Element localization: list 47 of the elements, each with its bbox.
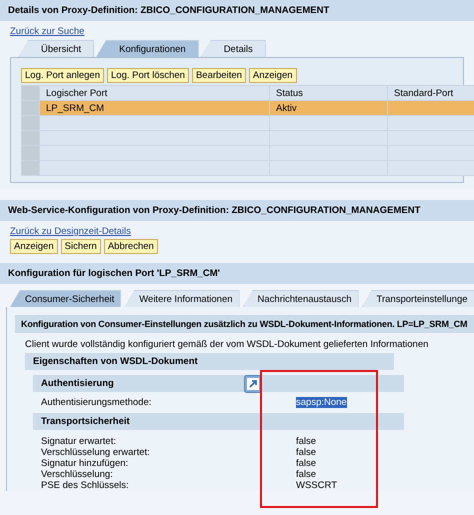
toolbar-button[interactable]: Bearbeiten (192, 68, 246, 83)
table-row[interactable]: LP_SRM_CM Aktiv (22, 100, 474, 116)
info-text: Client wurde vollständig konfiguriert gemäß der vom WSDL-Dokument gelieferten Informationen (24, 338, 430, 352)
toolbar-button[interactable]: Abbrechen (104, 239, 158, 254)
toolbar-button[interactable]: Anzeigen (10, 239, 58, 254)
column-header: Status (270, 86, 388, 100)
field-value: false (296, 458, 316, 469)
field-label: Signatur hinzufügen: (41, 458, 130, 469)
back-link[interactable]: Zurück zur Suche (10, 26, 84, 37)
tab[interactable]: Nachrichtenaustausch (242, 290, 359, 307)
section-header: Konfiguration von Consumer-Einstellungen zusätzlich zu WSDL-Dokument-Informationen. LP=LP_SRM_CM (15, 315, 474, 333)
panel-header: Konfiguration für logischen Port 'LP_SRM_CM' (0, 263, 474, 284)
table-row[interactable] (22, 146, 474, 160)
tab[interactable]: Consumer-Sicherheit (10, 290, 122, 307)
field-value: false (296, 447, 316, 458)
field-label: Signatur erwartet: (41, 436, 117, 447)
field-label: Verschlüsselung erwartet: (41, 447, 151, 458)
panel-header: Web-Service-Konfiguration von Proxy-Definition: ZBICO_CONFIGURATION_MANAGEMENT (0, 200, 474, 221)
external-link-icon[interactable] (244, 375, 262, 393)
table-row[interactable] (22, 160, 474, 176)
tab[interactable]: Weitere Informationen (124, 290, 240, 307)
section-header: Eigenschaften von WSDL-Dokument (25, 353, 394, 370)
field-label: Verschlüsselung: (41, 469, 114, 480)
toolbar-button[interactable]: Log. Port anlegen (21, 68, 104, 83)
tab[interactable]: Konfigurationen (96, 40, 199, 57)
field-value: WSSCRT (296, 480, 337, 491)
toolbar-button[interactable]: Anzeigen (248, 68, 297, 83)
back-link[interactable]: Zurück zu Designzeit-Details (10, 226, 131, 237)
field-value: false (296, 436, 316, 447)
toolbar-button[interactable]: Log. Port löschen (107, 68, 189, 83)
field-label: PSE des Schlüssels: (41, 480, 130, 491)
field-label: Authentisierungsmethode: (41, 397, 152, 408)
table-cell: Aktiv (270, 100, 388, 116)
table-row[interactable] (22, 116, 474, 130)
table-cell: LP_SRM_CM (40, 100, 270, 116)
field-value: sapsp:None (296, 397, 347, 408)
table-row[interactable] (22, 130, 474, 146)
group-header: Authentisierung (33, 375, 404, 392)
column-header: Logischer Port (40, 86, 270, 100)
column-header: Standard-Port (388, 86, 474, 100)
tab[interactable]: Übersicht (18, 40, 94, 57)
field-value: false (296, 469, 316, 480)
group-header: Transportsicherheit (33, 413, 404, 430)
tab[interactable]: Details (200, 40, 266, 57)
toolbar-button[interactable]: Sichern (60, 239, 101, 254)
panel-header: Details von Proxy-Definition: ZBICO_CONFIGURATION_MANAGEMENT (0, 0, 474, 21)
tab[interactable]: Transporteinstellunge (362, 290, 474, 307)
